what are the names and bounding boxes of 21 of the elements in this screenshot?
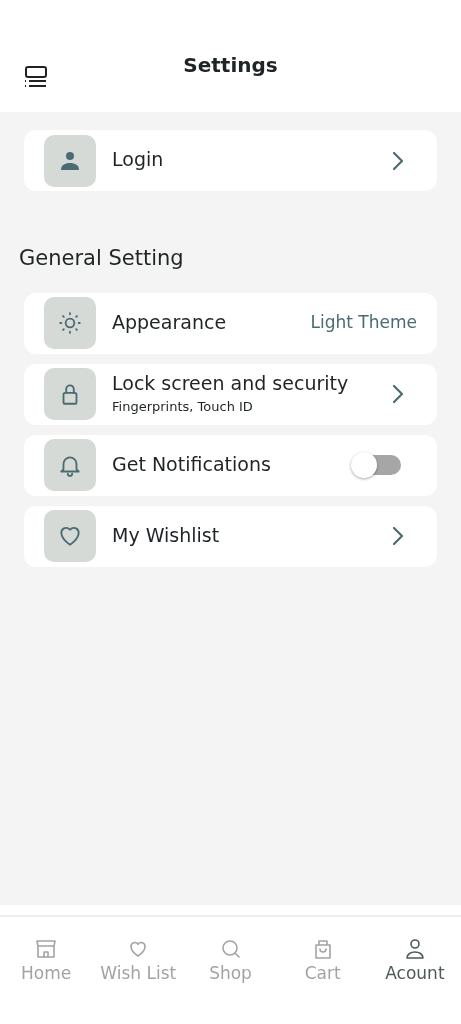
chevron-right-icon <box>391 384 405 404</box>
row-label: Lock screen and security <box>112 371 349 394</box>
page-title: Settings <box>183 52 278 79</box>
settings-row[interactable]: Lock screen and security Fingerprints, Touch ID <box>24 363 437 425</box>
menu-icon[interactable] <box>24 66 48 88</box>
row-label: Appearance <box>112 310 227 333</box>
row-subtitle: Fingerprints, Touch ID <box>112 397 254 416</box>
settings-row[interactable]: Login <box>24 130 437 191</box>
settings-row[interactable]: Appearance Light Theme <box>24 292 437 354</box>
settings-row[interactable]: Get Notifications <box>24 434 437 496</box>
nav-tab[interactable]: Acount <box>368 937 461 987</box>
sun-icon <box>57 310 83 336</box>
shop-icon <box>34 937 59 961</box>
chevron-right-icon <box>391 150 405 171</box>
row-value: Light Theme <box>310 311 417 335</box>
row-label: Get Notifications <box>112 452 271 475</box>
row-label: My Wishlist <box>112 523 220 546</box>
settings-row[interactable]: My Wishlist <box>24 505 437 567</box>
section-heading: General Setting <box>19 245 184 272</box>
chevron-right-icon <box>391 526 405 546</box>
row-label: Login <box>112 148 164 170</box>
